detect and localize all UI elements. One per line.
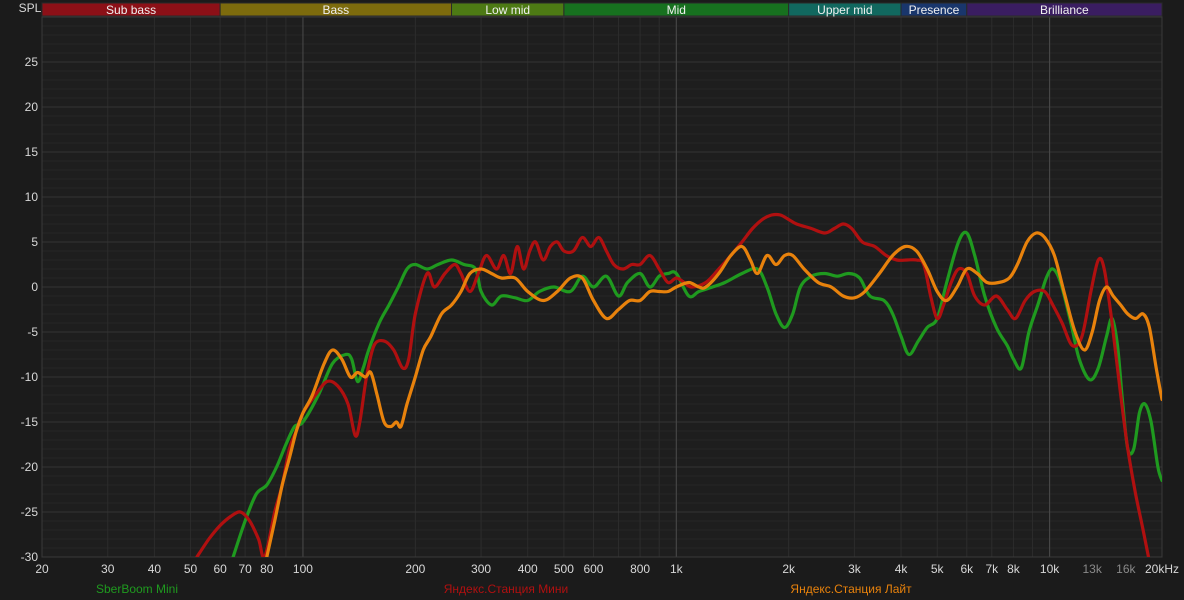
- x-tick-label: 6k: [960, 562, 974, 576]
- y-tick-label: 25: [25, 55, 39, 69]
- x-tick-label: 800: [630, 562, 650, 576]
- y-tick-label: 10: [25, 190, 39, 204]
- x-tick-label: 40: [148, 562, 162, 576]
- y-tick-label: -15: [21, 415, 39, 429]
- legend-entry: SberBoom Mini: [96, 582, 178, 596]
- x-tick-label: 16k: [1116, 562, 1136, 576]
- x-tick-label: 60: [213, 562, 227, 576]
- y-tick-label: 20: [25, 100, 39, 114]
- x-tick-label: 200: [405, 562, 425, 576]
- x-tick-label: 400: [518, 562, 538, 576]
- band-label: Brilliance: [1040, 3, 1089, 17]
- x-tick-label: 500: [554, 562, 574, 576]
- x-tick-label: 2k: [782, 562, 796, 576]
- frequency-response-chart: SPL Sub bass Bass Low mid Mid Upper mid Prese…: [19, 1, 1179, 596]
- x-tick-label: 10k: [1040, 562, 1060, 576]
- legend-entry: Яндекс.Станция Мини: [444, 582, 568, 596]
- x-tick-label: 1k: [670, 562, 684, 576]
- x-tick-label: 5k: [931, 562, 945, 576]
- x-tick-label: 300: [471, 562, 491, 576]
- x-tick-label: 4k: [895, 562, 909, 576]
- band-label: Bass: [322, 3, 349, 17]
- x-tick-label: 30: [101, 562, 115, 576]
- x-tick-label: 13k: [1082, 562, 1102, 576]
- y-tick-label: 0: [31, 280, 38, 294]
- frequency-band-bar: Sub bass Bass Low mid Mid Upper mid Presence B…: [41, 2, 1163, 17]
- x-tick-label: 80: [260, 562, 274, 576]
- band-label: Sub bass: [106, 3, 156, 17]
- y-tick-label: 5: [31, 235, 38, 249]
- x-axis-ticks: 20 30 40 50 60 70 80 100 200 300 400 500 600 800 1k 2k 3…: [35, 562, 1179, 576]
- x-tick-label: 3k: [848, 562, 862, 576]
- y-axis-ticks: 2520151050-5-10-15-20-25-30: [21, 55, 39, 564]
- y-tick-label: 15: [25, 145, 39, 159]
- band-label: Presence: [909, 3, 960, 17]
- legend: SberBoom Mini Яндекс.Станция Мини Яндекс.С…: [96, 582, 912, 596]
- y-tick-label: -5: [27, 325, 38, 339]
- y-tick-label: -10: [21, 370, 39, 384]
- x-tick-label: 70: [238, 562, 252, 576]
- y-axis-label: SPL: [19, 1, 42, 15]
- band-label: Mid: [667, 3, 686, 17]
- y-tick-label: -20: [21, 460, 39, 474]
- x-tick-label: 600: [583, 562, 603, 576]
- x-tick-label: 20: [35, 562, 49, 576]
- y-tick-label: -25: [21, 505, 39, 519]
- x-tick-label: 50: [184, 562, 198, 576]
- x-tick-label: 100: [293, 562, 313, 576]
- band-label: Low mid: [485, 3, 530, 17]
- x-tick-label: 7k: [985, 562, 999, 576]
- band-label: Upper mid: [817, 3, 872, 17]
- x-tick-label: 8k: [1007, 562, 1021, 576]
- legend-entry: Яндекс.Станция Лайт: [790, 582, 912, 596]
- x-tick-label: 20kHz: [1145, 562, 1179, 576]
